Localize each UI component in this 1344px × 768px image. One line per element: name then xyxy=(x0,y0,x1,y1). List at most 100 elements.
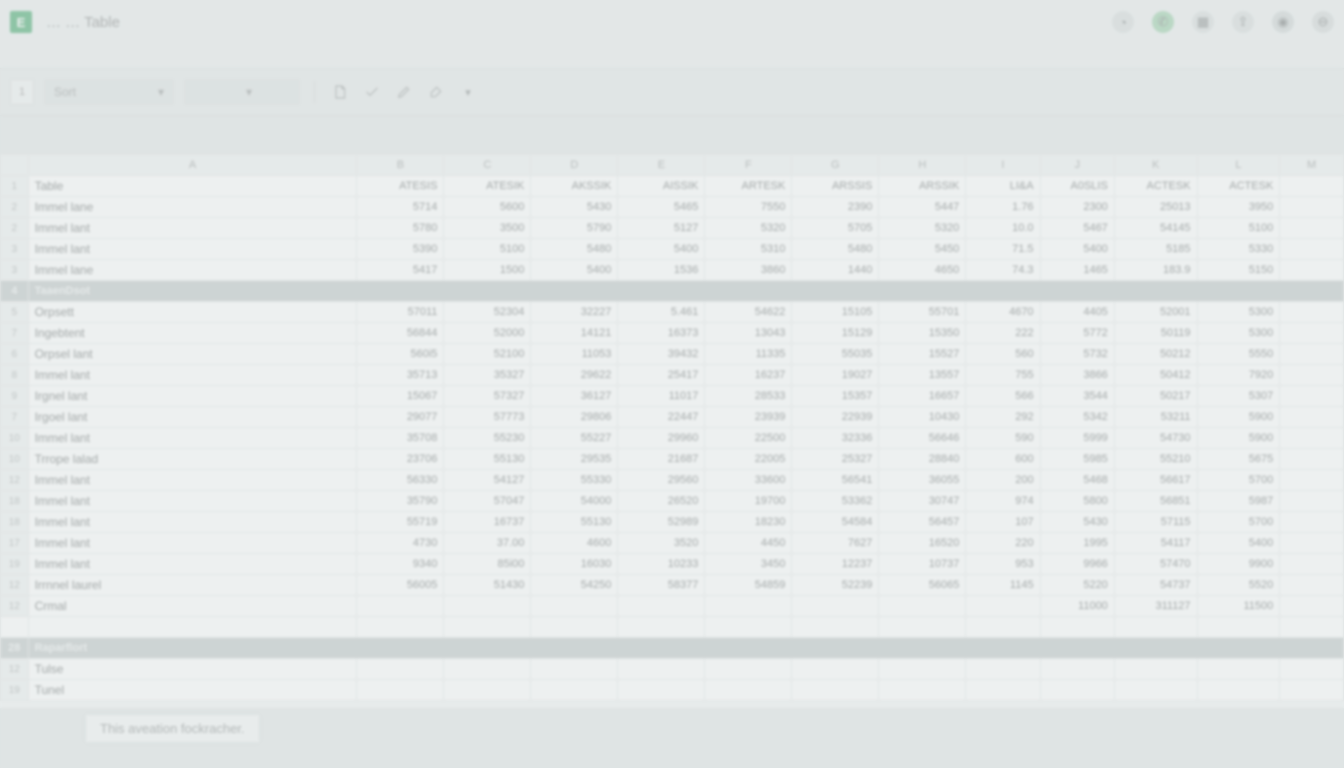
cell[interactable]: 52100 xyxy=(444,344,531,365)
cell[interactable]: 55701 xyxy=(879,302,966,323)
col-header[interactable]: M xyxy=(1280,155,1344,176)
table-row[interactable]: 8Immel lant35713353272962225417162371902… xyxy=(1,365,1344,386)
cell[interactable]: 26520 xyxy=(618,491,705,512)
file-icon[interactable] xyxy=(329,81,351,103)
cell[interactable]: 5100 xyxy=(1197,218,1280,239)
cell[interactable]: 53211 xyxy=(1114,407,1197,428)
cell[interactable]: 29622 xyxy=(531,365,618,386)
cell[interactable]: 56005 xyxy=(357,575,444,596)
cell[interactable]: 5400 xyxy=(531,260,618,281)
cell[interactable]: 30747 xyxy=(879,491,966,512)
cell[interactable]: 5417 xyxy=(357,260,444,281)
row-number[interactable]: 10 xyxy=(1,449,29,470)
cell[interactable]: 32227 xyxy=(531,302,618,323)
cell[interactable]: 5400 xyxy=(618,239,705,260)
cell[interactable] xyxy=(444,659,531,680)
cell[interactable]: Immel lant xyxy=(28,239,357,260)
row-number[interactable]: 18 xyxy=(1,512,29,533)
cell[interactable]: 16373 xyxy=(618,323,705,344)
cell[interactable]: 5330 xyxy=(1197,239,1280,260)
cell[interactable]: 52989 xyxy=(618,512,705,533)
table-row[interactable]: 1TableATESISATESIKAKSSIKAISSIKARTESKARSS… xyxy=(1,176,1344,197)
cell[interactable]: ATESIK xyxy=(444,176,531,197)
table-row[interactable]: 5Orpsett5701152304322275.461546221510555… xyxy=(1,302,1344,323)
check-icon[interactable] xyxy=(361,81,383,103)
row-number[interactable]: 18 xyxy=(1,491,29,512)
cell[interactable]: 10233 xyxy=(618,554,705,575)
table-row[interactable]: 2Immel lane57145600543054657550239054471… xyxy=(1,197,1344,218)
cell[interactable]: 560i5 xyxy=(357,344,444,365)
row-number[interactable]: 7 xyxy=(1,407,29,428)
close-icon[interactable]: ⊖ xyxy=(1312,11,1334,33)
cell[interactable] xyxy=(357,659,444,680)
cell[interactable]: 222 xyxy=(966,323,1040,344)
cell[interactable]: Tulse xyxy=(28,659,357,680)
cell[interactable]: 560 xyxy=(966,344,1040,365)
cell[interactable]: 56646 xyxy=(879,428,966,449)
cell[interactable]: 11500 xyxy=(1197,596,1280,617)
cell[interactable]: Irgnel lant xyxy=(28,386,357,407)
cell[interactable]: 55130 xyxy=(531,512,618,533)
cell[interactable]: Trrope lalad xyxy=(28,449,357,470)
cell[interactable]: 54250 xyxy=(531,575,618,596)
cell[interactable]: 35790 xyxy=(357,491,444,512)
cell[interactable] xyxy=(792,659,879,680)
cell[interactable]: 23706 xyxy=(357,449,444,470)
cell[interactable]: 54737 xyxy=(1114,575,1197,596)
cell[interactable]: 311127 xyxy=(1114,596,1197,617)
cell[interactable]: AISSIK xyxy=(618,176,705,197)
cell[interactable]: 19700 xyxy=(705,491,792,512)
cell[interactable]: 16237 xyxy=(705,365,792,386)
cell[interactable]: 5987 xyxy=(1197,491,1280,512)
cell[interactable]: 5732 xyxy=(1040,344,1114,365)
cell[interactable]: 5300 xyxy=(1197,302,1280,323)
cell[interactable]: 3450 xyxy=(705,554,792,575)
cell[interactable]: 54730 xyxy=(1114,428,1197,449)
cell[interactable]: Tunel xyxy=(28,680,357,701)
row-number[interactable]: 12 xyxy=(1,659,29,680)
cell[interactable]: 71.5 xyxy=(966,239,1040,260)
cell[interactable] xyxy=(879,596,966,617)
table-row[interactable]: 9Irgnel lant1506757327361271101728533153… xyxy=(1,386,1344,407)
cell[interactable] xyxy=(705,659,792,680)
cell[interactable]: 29535 xyxy=(531,449,618,470)
cell[interactable]: 4650 xyxy=(879,260,966,281)
sort-dropdown[interactable]: Sort ▾ xyxy=(44,79,174,105)
col-header[interactable]: J xyxy=(1040,155,1114,176)
row-number[interactable]: 1 xyxy=(1,176,29,197)
cell[interactable]: 5675 xyxy=(1197,449,1280,470)
cell[interactable]: 5310 xyxy=(705,239,792,260)
cell[interactable]: ARSSIK xyxy=(879,176,966,197)
table-row[interactable] xyxy=(1,617,1344,638)
cell[interactable]: 5468 xyxy=(1040,470,1114,491)
search-dropdown[interactable]: ▾ xyxy=(184,79,300,105)
document-title[interactable]: … … Table xyxy=(46,14,120,31)
cell[interactable]: 3500 xyxy=(444,218,531,239)
row-number[interactable]: 12 xyxy=(1,575,29,596)
cell[interactable]: 12237 xyxy=(792,554,879,575)
cell[interactable]: 57011 xyxy=(357,302,444,323)
cell[interactable]: 28533 xyxy=(705,386,792,407)
cell[interactable]: 23939 xyxy=(705,407,792,428)
col-header[interactable]: E xyxy=(618,155,705,176)
cell[interactable]: 22447 xyxy=(618,407,705,428)
cell[interactable]: Immel lane xyxy=(28,197,357,218)
edit-icon[interactable] xyxy=(393,81,415,103)
cell[interactable]: Orpsett xyxy=(28,302,357,323)
cell[interactable] xyxy=(357,596,444,617)
row-number[interactable]: 10 xyxy=(1,428,29,449)
cell[interactable]: 56851 xyxy=(1114,491,1197,512)
spreadsheet-grid[interactable]: A B C D E F G H I J K L M 1TableATESISAT… xyxy=(0,154,1344,708)
table-row[interactable]: 6Orpsel lant560i552100110533943211335550… xyxy=(1,344,1344,365)
cell[interactable]: 5342 xyxy=(1040,407,1114,428)
row-number[interactable]: 12 xyxy=(1,470,29,491)
cell[interactable]: 5800 xyxy=(1040,491,1114,512)
cell[interactable]: 50119 xyxy=(1114,323,1197,344)
cell[interactable]: 1440 xyxy=(792,260,879,281)
cell[interactable] xyxy=(1040,659,1114,680)
cell[interactable]: 25013 xyxy=(1114,197,1197,218)
table-row[interactable]: 18Immel lant5571916737551305298918230545… xyxy=(1,512,1344,533)
cell[interactable]: 3544 xyxy=(1040,386,1114,407)
cell[interactable]: 57470 xyxy=(1114,554,1197,575)
cell[interactable]: 15357 xyxy=(792,386,879,407)
